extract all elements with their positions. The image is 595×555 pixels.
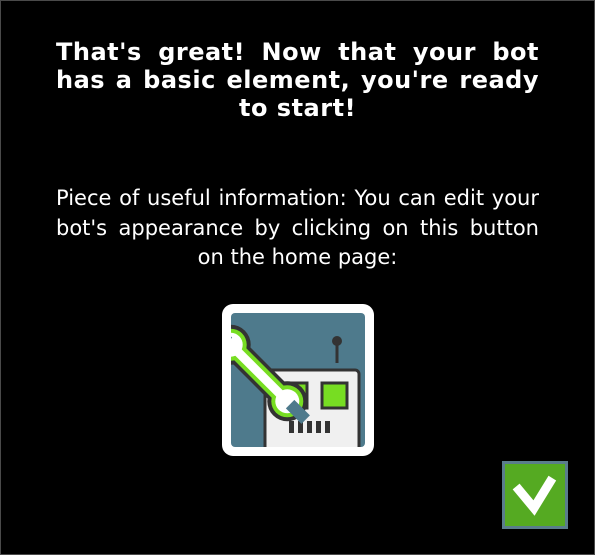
edit-bot-appearance-button	[222, 304, 374, 456]
bot-customize-icon	[231, 313, 365, 447]
headline-text: That's great! Now that your bot has a ba…	[56, 38, 539, 122]
info-text: Piece of useful information: You can edi…	[56, 186, 539, 269]
confirm-button[interactable]	[502, 461, 568, 529]
checkmark-icon	[512, 475, 557, 516]
